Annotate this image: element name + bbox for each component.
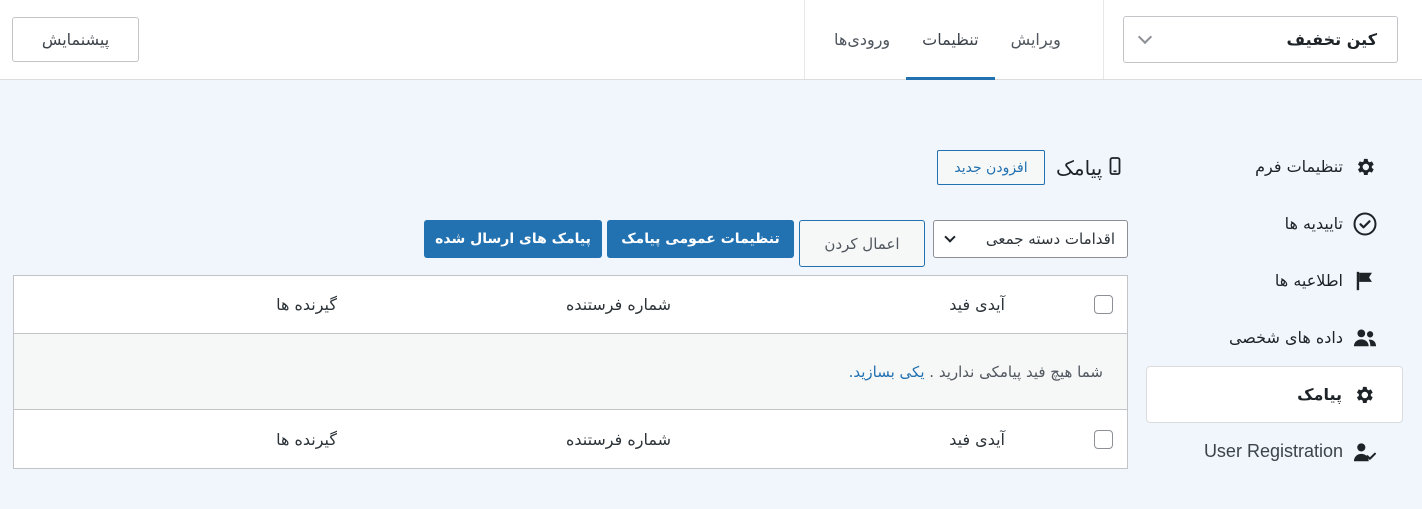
check-circle-icon xyxy=(1353,212,1377,236)
user-check-icon xyxy=(1353,440,1377,464)
apply-button[interactable]: اعمال کردن xyxy=(799,220,925,267)
sidebar-item-label: تاییدیه ها xyxy=(1284,214,1343,233)
tab-settings[interactable]: تنظیمات xyxy=(906,0,995,80)
sidebar-item-confirmations[interactable]: تاییدیه ها xyxy=(1146,195,1403,252)
column-header-feed-id[interactable]: آیدی فید xyxy=(949,295,1005,314)
sidebar-item-notifications[interactable]: اطلاعیه ها xyxy=(1146,252,1403,309)
preview-button[interactable]: پیشنمایش xyxy=(12,17,139,62)
sidebar-item-label: اطلاعیه ها xyxy=(1274,271,1343,290)
select-all-checkbox-footer[interactable] xyxy=(1094,429,1113,449)
flag-icon xyxy=(1353,269,1377,293)
settings-sidebar: تنظیمات فرم تاییدیه ها اطلاعیه ها داده ه… xyxy=(1146,138,1403,480)
sidebar-item-label: User Registration xyxy=(1203,441,1343,461)
column-header-sender-number[interactable]: شماره فرستنده xyxy=(566,295,671,314)
chevron-down-icon xyxy=(944,230,956,243)
tabs-divider-right xyxy=(1103,0,1104,79)
form-select[interactable]: کین تخفیف xyxy=(1123,16,1398,63)
sidebar-item-label: پیامک xyxy=(1297,385,1342,404)
column-footer-sender-number[interactable]: شماره فرستنده xyxy=(566,430,671,449)
table-footer-row: آیدی فید شماره فرستنده گیرنده ها xyxy=(14,410,1127,468)
form-select-value: کین تخفیف xyxy=(1286,30,1377,49)
table-header-row: آیدی فید شماره فرستنده گیرنده ها xyxy=(14,276,1127,334)
sidebar-item-personal-data[interactable]: داده های شخصی xyxy=(1146,309,1403,366)
page-title-text: پیامک xyxy=(1056,156,1103,180)
users-icon xyxy=(1353,326,1377,350)
gear-icon xyxy=(1352,383,1376,407)
empty-message-text: شما هیچ فید پیامکی ندارید . xyxy=(929,362,1103,381)
add-new-button[interactable]: افزودن جدید xyxy=(937,150,1045,185)
page-title: پیامک xyxy=(1056,156,1122,180)
sidebar-item-user-registration[interactable]: User Registration xyxy=(1146,423,1403,480)
tab-bar: ویرایش تنظیمات ورودی‌ها xyxy=(818,0,1077,80)
bulk-actions-value: اقدامات دسته جمعی xyxy=(985,230,1115,248)
empty-message: شما هیچ فید پیامکی ندارید . یکی بسازید. xyxy=(849,363,1103,381)
mobile-icon xyxy=(1108,156,1122,180)
sms-feeds-table: آیدی فید شماره فرستنده گیرنده ها شما هیچ… xyxy=(13,275,1128,469)
sidebar-item-form-settings[interactable]: تنظیمات فرم xyxy=(1146,138,1403,195)
tabs-divider-left xyxy=(804,0,805,79)
sidebar-item-label: تنظیمات فرم xyxy=(1255,157,1343,176)
sidebar-item-label: داده های شخصی xyxy=(1228,328,1343,347)
top-bar: پیشنمایش ویرایش تنظیمات ورودی‌ها کین تخف… xyxy=(0,0,1422,80)
table-empty-row: شما هیچ فید پیامکی ندارید . یکی بسازید. xyxy=(14,334,1127,410)
tab-edit[interactable]: ویرایش xyxy=(995,0,1077,79)
tab-entries[interactable]: ورودی‌ها xyxy=(818,0,906,79)
bulk-actions-select[interactable]: اقدامات دسته جمعی xyxy=(933,220,1128,258)
general-sms-settings-button[interactable]: تنظیمات عمومی پیامک xyxy=(607,220,794,258)
sent-sms-button[interactable]: پیامک های ارسال شده xyxy=(424,220,602,258)
column-footer-recipients[interactable]: گیرنده ها xyxy=(276,430,337,449)
column-header-recipients[interactable]: گیرنده ها xyxy=(276,295,337,314)
gear-icon xyxy=(1353,155,1377,179)
select-all-checkbox[interactable] xyxy=(1094,295,1113,314)
create-one-link[interactable]: یکی بسازید. xyxy=(849,363,925,381)
column-footer-feed-id[interactable]: آیدی فید xyxy=(949,430,1005,449)
sidebar-item-sms[interactable]: پیامک xyxy=(1146,366,1403,423)
chevron-down-icon xyxy=(1137,29,1153,45)
